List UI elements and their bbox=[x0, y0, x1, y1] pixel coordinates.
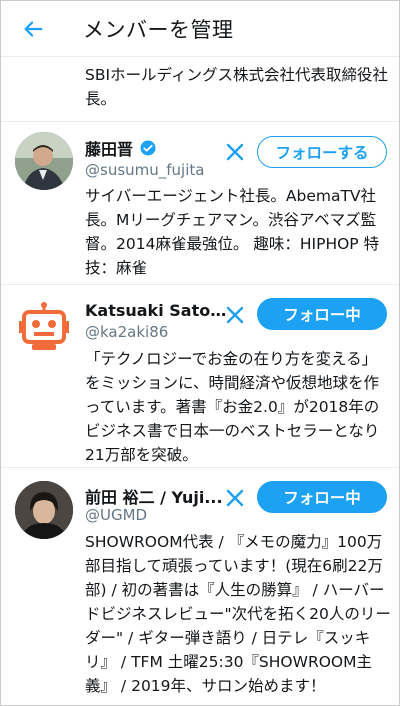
remove-member-button[interactable] bbox=[221, 484, 249, 512]
member-name: 前田 裕二 / Yuji... bbox=[85, 488, 223, 507]
app-frame: メンバーを管理 SBIホールディングス株式会社代表取締役社長。 藤田晋 @sus… bbox=[0, 0, 400, 706]
remove-member-button[interactable] bbox=[221, 138, 249, 166]
member-name-row: 前田 裕二 / Yuji... bbox=[85, 484, 223, 508]
following-button[interactable]: フォロー中 bbox=[257, 481, 387, 513]
avatar[interactable] bbox=[15, 299, 73, 357]
member-name-row: 藤田晋 bbox=[85, 136, 157, 160]
member-bio: サイバーエージェント社長。AbemaTV社長。Mリーグチェアマン。渋谷アベマズ監… bbox=[85, 187, 380, 277]
avatar[interactable] bbox=[15, 132, 73, 190]
member-handle: @UGMD bbox=[85, 506, 148, 524]
close-icon bbox=[226, 143, 244, 161]
member-card[interactable]: 前田 裕二 / Yuji... @UGMD フォロー中 SHOWROOM代表 /… bbox=[1, 468, 399, 705]
arrow-left-icon bbox=[24, 21, 43, 37]
member-name: 藤田晋 bbox=[85, 140, 134, 159]
member-name-row: Katsuaki Sato ... bbox=[85, 301, 231, 320]
close-icon bbox=[226, 306, 244, 324]
member-bio: 「テクノロジーでお金の在り方を変える」をミッションに、時間経済や仮想地球を作って… bbox=[85, 350, 380, 464]
back-button[interactable] bbox=[15, 11, 51, 47]
following-button[interactable]: フォロー中 bbox=[257, 298, 387, 330]
member-handle: @susumu_fujita bbox=[85, 161, 205, 179]
page-title: メンバーを管理 bbox=[83, 18, 234, 42]
previous-member-bio: SBIホールディングス株式会社代表取締役社長。 bbox=[85, 66, 388, 108]
member-bio: SHOWROOM代表 / 『メモの魔力』100万部目指して頑張っています！(現在… bbox=[85, 533, 391, 695]
follow-button[interactable]: フォローする bbox=[257, 136, 387, 168]
member-handle: @ka2aki86 bbox=[85, 323, 169, 341]
member-name: Katsuaki Sato ... bbox=[85, 301, 231, 320]
avatar[interactable] bbox=[15, 481, 73, 539]
member-card[interactable]: Katsuaki Sato ... @ka2aki86 フォロー中 「テクノロジ… bbox=[1, 285, 399, 467]
verified-badge-icon bbox=[140, 140, 156, 156]
member-card[interactable]: 藤田晋 @susumu_fujita フォローする サイバーエージェント社長。A… bbox=[1, 122, 399, 284]
close-icon bbox=[226, 489, 244, 507]
top-app-bar: メンバーを管理 bbox=[1, 1, 399, 57]
remove-member-button[interactable] bbox=[221, 301, 249, 329]
